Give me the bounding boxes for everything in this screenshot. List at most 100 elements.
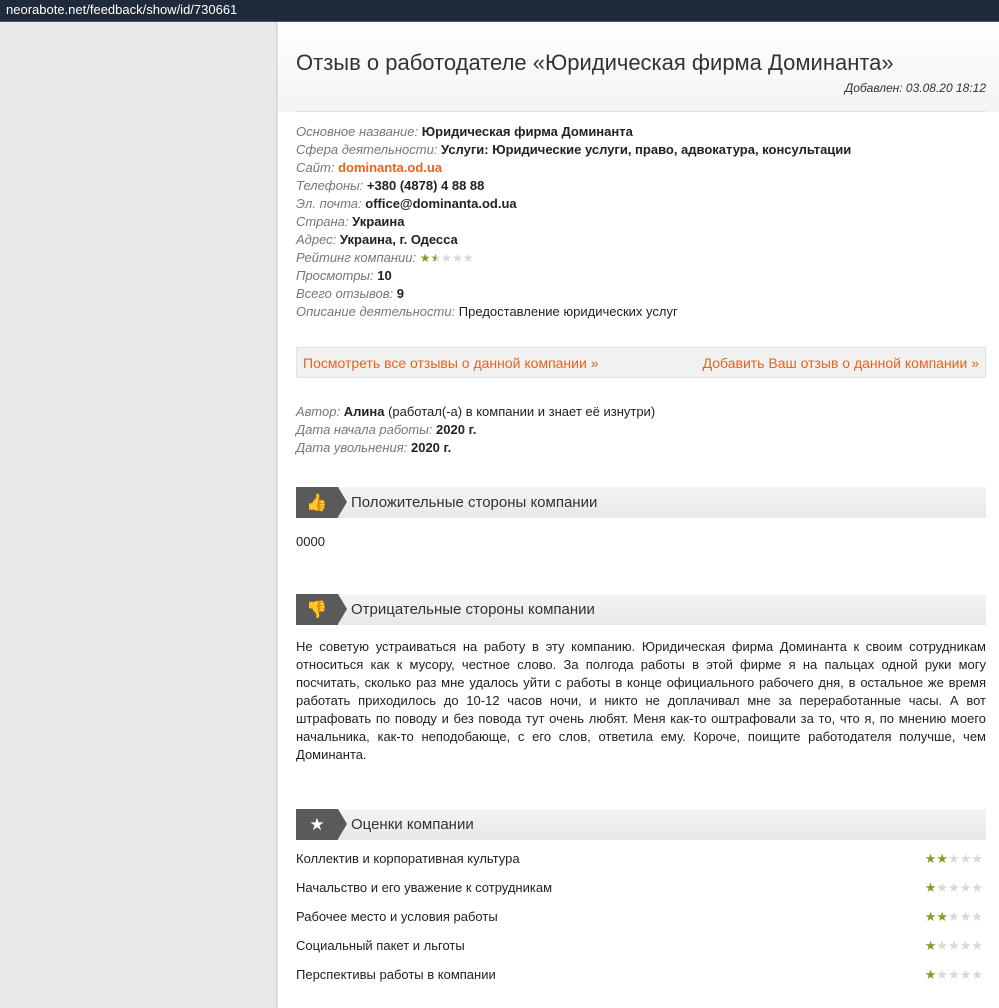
start-date-label: Дата начала работы: [296,422,433,437]
star-filled-icon: ★ [430,251,442,265]
thumbs-down-icon: 👎 [296,594,347,625]
star-empty-icon: ★ [462,251,474,265]
star-empty-icon: ★ [948,880,960,895]
author-row: Автор: Алина (работал(-а) в компании и з… [296,403,986,421]
star-empty-icon: ★ [936,938,949,953]
author-note: (работал(-а) в компании и знает её изнут… [388,404,656,419]
star-filled-icon: ★ [924,851,937,866]
rating-item-stars: ★★★★★ [925,902,983,931]
rating-row: Рейтинг компании: ★★★★★ [296,249,986,267]
site-link[interactable]: dominanta.od.ua [338,160,442,175]
star-empty-icon: ★ [959,909,972,924]
rating-item-stars: ★★★★★ [925,873,983,902]
email-row: Эл. почта: office@dominanta.od.ua [296,195,986,213]
left-sidebar [0,22,277,1008]
description-row: Описание деятельности: Предоставление юр… [296,303,986,321]
ratings-section-title: Оценки компании [351,816,474,833]
divider [296,111,986,112]
phones-label: Телефоны: [296,178,364,193]
company-name-row: Основное название: Юридическая фирма Дом… [296,123,986,141]
star-empty-icon: ★ [971,967,983,982]
phones-row: Телефоны: +380 (4878) 4 88 88 [296,177,986,195]
all-reviews-link[interactable]: Посмотреть все отзывы о данной компании … [303,355,598,371]
star-empty-icon: ★ [936,967,949,982]
star-empty-icon: ★ [959,938,972,953]
star-empty-icon: ★ [971,851,983,866]
star-filled-icon: ★ [924,880,937,895]
star-empty-icon: ★ [959,967,972,982]
site-label: Сайт: [296,160,335,175]
positive-section-header: 👍 Положительные стороны компании [296,487,986,518]
address-label: Адрес: [296,232,337,247]
ratings-list: Коллектив и корпоративная культура ★★★★★ Н… [296,844,986,989]
country-label: Страна: [296,214,349,229]
ratings-section-header: ★ Оценки компании [296,809,986,840]
rating-item-label: Социальный пакет и льготы [296,938,465,953]
star-empty-icon: ★ [948,909,960,924]
site-row: Сайт: dominanta.od.ua [296,159,986,177]
added-date: Добавлен: 03.08.20 18:12 [844,81,986,95]
star-icon: ★ [296,809,347,840]
rating-item: Перспективы работы в компании ★★★★★ [296,960,986,989]
positive-text: 0000 [296,534,325,549]
company-name: Юридическая фирма Доминанта [421,124,633,139]
country-value: Украина [352,214,405,229]
review-links-bar: Посмотреть все отзывы о данной компании … [296,347,986,378]
star-empty-icon: ★ [959,851,972,866]
sphere-label: Сфера деятельности: [296,142,438,157]
star-empty-icon: ★ [971,880,983,895]
email-value: office@dominanta.od.ua [365,196,517,211]
star-filled-icon: ★ [924,938,937,953]
negative-section-title: Отрицательные стороны компании [351,601,595,618]
main-content: Отзыв о работодателе «Юридическая фирма … [278,22,999,1008]
address-bar[interactable]: neorabote.net/feedback/show/id/730661 [0,0,999,22]
author-info: Автор: Алина (работал(-а) в компании и з… [296,403,986,457]
views-row: Просмотры: 10 [296,267,986,285]
star-filled-icon: ★ [936,851,949,866]
star-empty-icon: ★ [441,251,453,265]
company-name-label: Основное название: [296,124,419,139]
end-date-value: 2020 г. [410,440,452,455]
country-row: Страна: Украина [296,213,986,231]
rating-item: Социальный пакет и льготы ★★★★★ [296,931,986,960]
star-filled-icon: ★ [924,967,937,982]
rating-item: Начальство и его уважение к сотрудникам ★… [296,873,986,902]
company-info: Основное название: Юридическая фирма Дом… [296,123,986,321]
end-date-label: Дата увольнения: [296,440,408,455]
phones-value: +380 (4878) 4 88 88 [366,178,485,193]
views-value: 10 [377,268,392,283]
star-empty-icon: ★ [948,851,960,866]
start-date-value: 2020 г. [436,422,477,437]
company-rating-stars: ★★★★★ [420,249,474,267]
reviews-row: Всего отзывов: 9 [296,285,986,303]
page-header: Отзыв о работодателе «Юридическая фирма … [278,22,999,112]
add-review-link[interactable]: Добавить Ваш отзыв о данной компании » [703,355,979,371]
description-value: Предоставление юридических услуг [458,304,678,319]
rating-item-stars: ★★★★★ [925,960,983,989]
star-empty-icon: ★ [971,909,983,924]
rating-item-label: Рабочее место и условия работы [296,909,498,924]
rating-label: Рейтинг компании: [296,250,417,265]
star-empty-icon: ★ [971,938,983,953]
star-filled-icon: ★ [936,909,949,924]
page-title: Отзыв о работодателе «Юридическая фирма … [296,50,894,75]
reviews-value: 9 [396,286,405,301]
negative-section-header: 👎 Отрицательные стороны компании [296,594,986,625]
negative-text: Не советую устраиваться на работу в эту … [296,639,986,762]
star-empty-icon: ★ [959,880,972,895]
positive-section-title: Положительные стороны компании [351,494,598,511]
rating-item: Рабочее место и условия работы ★★★★★ [296,902,986,931]
description-label: Описание деятельности: [296,304,456,319]
address-row: Адрес: Украина, г. Одесса [296,231,986,249]
email-label: Эл. почта: [296,196,362,211]
sphere-row: Сфера деятельности: Услуги: Юридические … [296,141,986,159]
sphere-value: Услуги: Юридические услуги, право, адвок… [441,142,852,157]
author-name: Алина [343,404,385,419]
views-label: Просмотры: [296,268,374,283]
star-empty-icon: ★ [936,880,949,895]
url-text[interactable]: neorabote.net/feedback/show/id/730661 [6,2,237,17]
rating-item-stars: ★★★★★ [925,931,983,960]
end-date-row: Дата увольнения: 2020 г. [296,439,986,457]
start-date-row: Дата начала работы: 2020 г. [296,421,986,439]
star-empty-icon: ★ [948,938,960,953]
